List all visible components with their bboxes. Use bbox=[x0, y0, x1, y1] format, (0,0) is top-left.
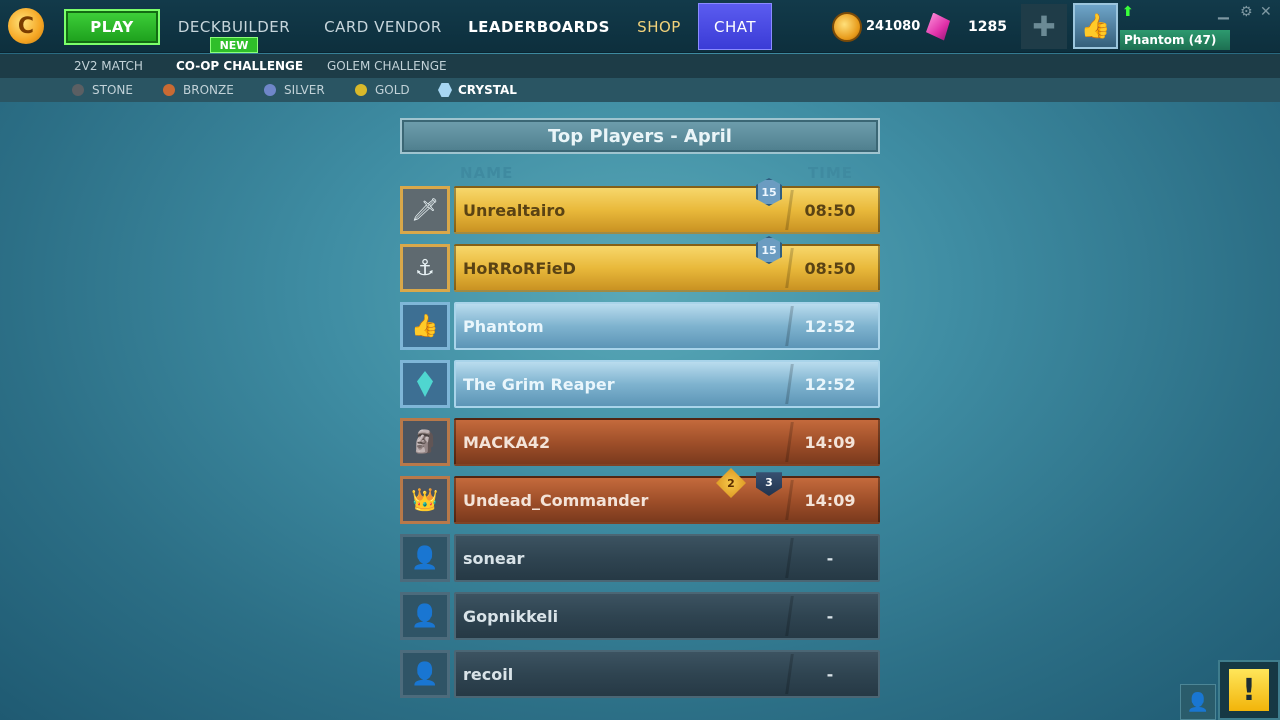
tier-label: BRONZE bbox=[183, 83, 234, 97]
person-icon: 👤 bbox=[1186, 691, 1210, 713]
tier-label: STONE bbox=[92, 83, 133, 97]
card-vendor-tab[interactable]: CARD VENDOR bbox=[314, 0, 452, 53]
close-icon[interactable]: ✕ bbox=[1260, 4, 1272, 20]
level-up-arrow-icon: ⬆ bbox=[1122, 4, 1134, 20]
stone-tier-icon bbox=[72, 84, 84, 96]
player-time: 08:50 bbox=[804, 200, 856, 220]
new-badge: NEW bbox=[210, 37, 258, 53]
gem-icon bbox=[926, 12, 950, 41]
player-name: HoRRoRFieD bbox=[463, 258, 576, 278]
gold-amount: 241080 bbox=[866, 19, 921, 34]
gem-currency: 1285 bbox=[926, 0, 1007, 53]
thumbs-up-avatar-icon: 👍 bbox=[1080, 12, 1111, 40]
tier-stone[interactable]: STONE bbox=[72, 78, 133, 102]
player-time: - bbox=[826, 548, 834, 568]
tier-label: GOLD bbox=[375, 83, 410, 97]
player-portrait: ⚓ bbox=[400, 244, 450, 292]
mode-coop-challenge[interactable]: CO-OP CHALLENGE bbox=[176, 54, 303, 78]
player-name: Gopnikkeli bbox=[463, 606, 559, 626]
alert-button[interactable]: ! bbox=[1218, 660, 1280, 720]
thumbs-up-avatar-icon: 👍 bbox=[400, 302, 450, 350]
player-time: 12:52 bbox=[804, 374, 856, 394]
exclamation-icon: ! bbox=[1229, 669, 1269, 711]
play-button[interactable]: PLAY bbox=[64, 9, 160, 45]
player-time: 14:09 bbox=[804, 432, 856, 452]
tier-label: CRYSTAL bbox=[458, 83, 517, 97]
default-avatar-icon: 👤 bbox=[400, 592, 450, 640]
mode-golem-challenge[interactable]: GOLEM CHALLENGE bbox=[327, 54, 447, 78]
tier-crystal[interactable]: CRYSTAL bbox=[438, 78, 517, 102]
add-currency-button[interactable]: ✚ bbox=[1021, 4, 1067, 49]
plus-icon: ✚ bbox=[1032, 10, 1056, 43]
gold-coin-icon bbox=[832, 11, 862, 42]
bronze-tier-icon bbox=[163, 84, 175, 96]
commander-avatar-icon: 👑 bbox=[400, 476, 450, 524]
profile-name[interactable]: Phantom (47) bbox=[1120, 30, 1230, 50]
profile-avatar[interactable]: 👍 bbox=[1073, 3, 1118, 49]
golem-avatar-icon: 🗿 bbox=[400, 418, 450, 466]
default-avatar-icon: 👤 bbox=[400, 650, 450, 698]
player-name: Unrealtairo bbox=[463, 200, 566, 220]
tier-label: SILVER bbox=[284, 83, 325, 97]
leaderboard-title: Top Players - April bbox=[400, 118, 880, 154]
player-name: MACKA42 bbox=[463, 432, 551, 452]
friends-button[interactable]: 👤 bbox=[1180, 684, 1216, 720]
player-name: Phantom bbox=[463, 316, 544, 336]
mode-2v2-match[interactable]: 2V2 MATCH bbox=[74, 54, 143, 78]
top-nav-bar: C PLAY DECKBUILDER NEW CARD VENDOR LEADE… bbox=[0, 0, 1280, 53]
player-name: The Grim Reaper bbox=[463, 374, 615, 394]
gem-amount: 1285 bbox=[968, 18, 1007, 35]
player-name: Undead_Commander bbox=[463, 490, 649, 510]
player-time: 14:09 bbox=[804, 490, 856, 510]
tier-bar: STONE BRONZE SILVER GOLD CRYSTAL bbox=[0, 78, 1280, 102]
game-logo-icon[interactable]: C bbox=[8, 8, 44, 44]
gear-icon[interactable]: ⚙ bbox=[1240, 4, 1253, 20]
player-time: 08:50 bbox=[804, 258, 856, 278]
player-name: sonear bbox=[463, 548, 525, 568]
tier-gold[interactable]: GOLD bbox=[355, 78, 410, 102]
player-name: recoil bbox=[463, 664, 514, 684]
crystal-tier-icon bbox=[438, 83, 452, 97]
minimize-icon[interactable]: ▁ bbox=[1218, 4, 1229, 20]
silver-tier-icon bbox=[264, 84, 276, 96]
mode-bar: 2V2 MATCH CO-OP CHALLENGE GOLEM CHALLENG… bbox=[0, 54, 1280, 78]
name-column-header: NAME bbox=[460, 164, 514, 182]
chat-button[interactable]: CHAT bbox=[698, 3, 772, 50]
tier-bronze[interactable]: BRONZE bbox=[163, 78, 234, 102]
time-column-header: TIME bbox=[808, 164, 853, 182]
crystal-avatar-icon bbox=[400, 360, 450, 408]
player-time: - bbox=[826, 664, 834, 684]
player-time: 12:52 bbox=[804, 316, 856, 336]
leaderboards-tab[interactable]: LEADERBOARDS bbox=[466, 0, 612, 53]
player-portrait: 🗡 bbox=[400, 186, 450, 234]
tier-silver[interactable]: SILVER bbox=[264, 78, 325, 102]
shop-tab[interactable]: SHOP bbox=[628, 0, 690, 53]
gold-currency: 241080 bbox=[832, 0, 920, 53]
default-avatar-icon: 👤 bbox=[400, 534, 450, 582]
player-time: - bbox=[826, 606, 834, 626]
gold-tier-icon bbox=[355, 84, 367, 96]
